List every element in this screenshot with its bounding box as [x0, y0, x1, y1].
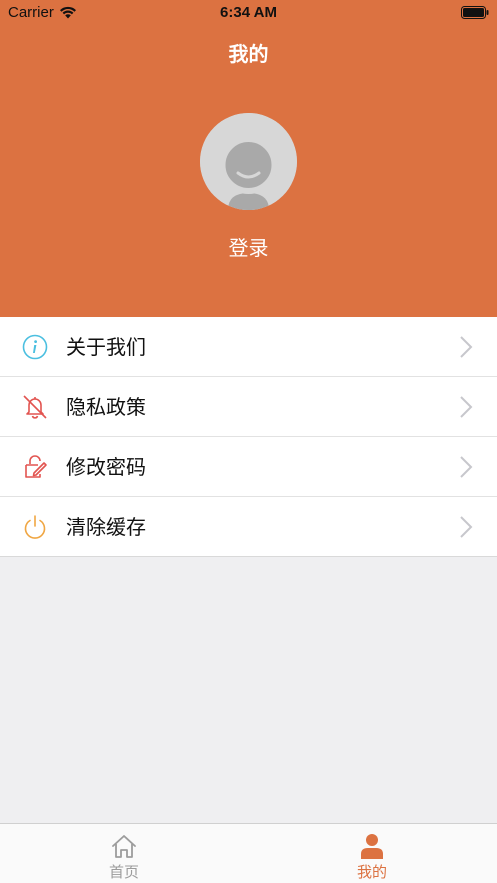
tab-label: 首页 — [108, 863, 139, 881]
info-icon — [22, 334, 48, 360]
battery-icon — [461, 6, 489, 19]
chevron-right-icon — [460, 396, 473, 418]
chevron-right-icon — [460, 336, 473, 358]
tab-home[interactable]: 首页 — [0, 824, 248, 883]
bell-off-icon — [23, 395, 47, 419]
login-button[interactable]: 登录 — [0, 232, 497, 261]
tab-bar: 首页 我的 — [0, 823, 497, 883]
menu-item-label: 清除缓存 — [66, 515, 146, 539]
menu-item-about[interactable]: 关于我们 — [0, 317, 497, 377]
menu-item-label: 关于我们 — [66, 335, 146, 359]
status-time: 6:34 AM — [220, 4, 277, 21]
chevron-right-icon — [460, 456, 473, 478]
power-icon — [24, 515, 46, 539]
settings-menu: 关于我们 隐私政策 修改密码 清除缓存 — [0, 317, 497, 557]
menu-item-clear-cache[interactable]: 清除缓存 — [0, 497, 497, 556]
page-title: 我的 — [228, 42, 269, 66]
avatar[interactable] — [200, 113, 297, 210]
chevron-right-icon — [460, 516, 473, 538]
status-bar: Carrier 6:34 AM — [0, 0, 497, 26]
menu-item-label: 隐私政策 — [66, 395, 146, 419]
tab-label: 我的 — [356, 863, 387, 881]
menu-item-privacy[interactable]: 隐私政策 — [0, 377, 497, 437]
menu-item-label: 修改密码 — [66, 455, 146, 479]
tab-me[interactable]: 我的 — [248, 824, 496, 883]
profile-header: Carrier 6:34 AM 我的 登录 — [0, 0, 497, 317]
person-icon — [361, 834, 383, 859]
edit-password-icon — [25, 455, 47, 478]
home-icon — [112, 835, 136, 858]
default-avatar-icon — [200, 113, 297, 210]
menu-item-change-password[interactable]: 修改密码 — [0, 437, 497, 497]
